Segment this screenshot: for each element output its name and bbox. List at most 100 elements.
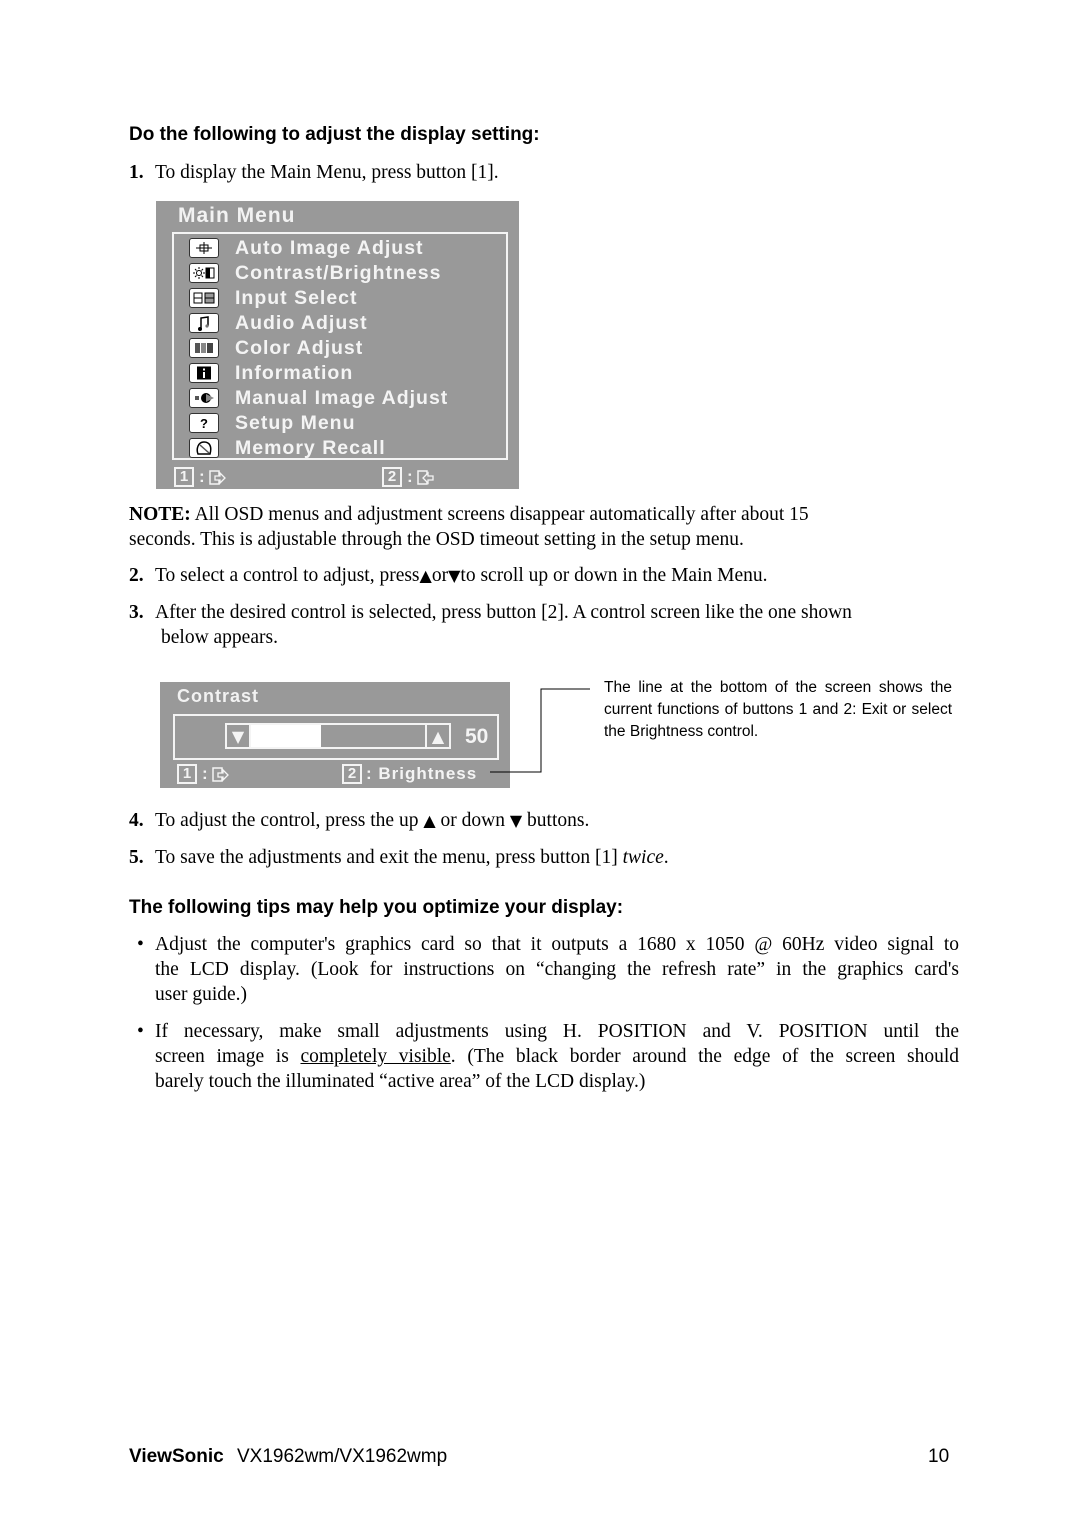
question-icon: ? (189, 413, 219, 433)
step-3: 3. After the desired control is selected,… (129, 600, 959, 650)
contrast-key1-exit[interactable]: 1 : (177, 764, 229, 784)
button-2-key: 2 (342, 764, 362, 784)
step-text: To select a control to adjust, press (155, 565, 420, 586)
menu-item-manual-image-adjust[interactable]: Manual Image Adjust (189, 386, 448, 410)
menu-item-label: Auto Image Adjust (235, 236, 424, 259)
step-text: . (663, 847, 669, 868)
brightness-label: : Brightness (366, 764, 478, 783)
step-1: 1. To display the Main Menu, press button… (129, 160, 499, 185)
menu-item-audio-adjust[interactable]: Audio Adjust (189, 311, 368, 335)
step-text: or (431, 565, 449, 586)
tip-line: user guide.) (155, 984, 248, 1005)
wrench-icon (189, 388, 219, 408)
page-footer: ViewSonic VX1962wm/VX1962wmp (129, 1446, 447, 1468)
menu-item-label: Setup Menu (235, 411, 356, 434)
step-number: 4. (129, 810, 144, 831)
step-number: 1. (129, 162, 144, 183)
tip-line: the LCD display. (Look for instructions … (155, 959, 959, 980)
menu-item-label: Input Select (235, 286, 358, 309)
step-text: To save the adjustments and exit the men… (155, 847, 618, 868)
slider-down-button[interactable]: ▼ (225, 723, 251, 749)
slider-up-button[interactable]: ▲ (425, 723, 451, 749)
step-text: buttons. (527, 810, 590, 831)
menu-item-input-select[interactable]: Input Select (189, 286, 358, 310)
menu-item-label: Information (235, 361, 354, 384)
step-number: 3. (129, 602, 144, 623)
exit-icon (211, 767, 229, 782)
step-text: To adjust the control, press the up (155, 810, 419, 831)
main-menu-frame: Auto Image Adjust Contrast/Brightness In… (172, 232, 508, 460)
step-2: 2. To select a control to adjust, press▲o… (129, 563, 768, 588)
enter-icon (416, 470, 434, 485)
down-arrow-icon: ▼ (448, 566, 461, 585)
contrast-slider[interactable] (225, 723, 451, 749)
step-4: 4. To adjust the control, press the up ▲ … (129, 808, 589, 833)
brand-name: ViewSonic (129, 1446, 224, 1467)
menu-item-label: Manual Image Adjust (235, 386, 449, 409)
contrast-value: 50 (465, 725, 489, 748)
tip-2: • If necessary, make small adjustments u… (137, 1019, 959, 1094)
main-menu-title: Main Menu (178, 204, 296, 227)
contrast-key2-brightness[interactable]: 2 : Brightness (342, 764, 477, 784)
step-text: or down (440, 810, 505, 831)
tip-text: . (The black border around the edge of t… (450, 1046, 959, 1067)
tip-line: If necessary, make small adjustments usi… (155, 1021, 959, 1042)
callout-connector (490, 688, 590, 773)
note-label: NOTE: (129, 504, 191, 525)
menu-item-label: Memory Recall (235, 436, 386, 459)
main-menu-list: Auto Image Adjust Contrast/Brightness In… (189, 236, 499, 460)
up-arrow-icon: ▲ (423, 811, 436, 830)
up-arrow-icon: ▲ (431, 726, 445, 746)
tip-line: screen image is completely visible. (The… (137, 1044, 959, 1069)
button-1-key: 1 (177, 764, 197, 784)
menu-item-memory-recall[interactable]: Memory Recall (189, 436, 386, 460)
tip-1: • Adjust the computer's graphics card so… (137, 932, 959, 1007)
bullet: • (137, 1021, 144, 1042)
step-number: 2. (129, 565, 144, 586)
memory-recall-icon (189, 438, 219, 458)
contrast-title: Contrast (177, 686, 260, 706)
info-icon (189, 363, 219, 383)
step-number: 5. (129, 847, 144, 868)
menu-item-setup-menu[interactable]: ? Setup Menu (189, 411, 356, 435)
brightness-icon (189, 263, 219, 283)
key-separator: : (199, 467, 205, 486)
page-number: 10 (928, 1446, 950, 1467)
contrast-frame: ▼ ▲ 50 (173, 714, 499, 760)
button-1-key: 1 (174, 467, 194, 487)
key-separator: : (407, 467, 413, 486)
step-text: to scroll up or down in the Main Menu. (460, 565, 768, 586)
callout-text: The line at the bottom of the screen sho… (604, 679, 952, 740)
menu-item-auto-image-adjust[interactable]: Auto Image Adjust (189, 236, 424, 260)
menu-item-contrast-brightness[interactable]: Contrast/Brightness (189, 261, 441, 285)
up-arrow-icon: ▲ (419, 566, 432, 585)
note-line: All OSD menus and adjustment screens dis… (194, 504, 809, 525)
step-text: below appears. (161, 627, 278, 648)
tip-text: screen image is (155, 1046, 301, 1067)
menu-item-color-adjust[interactable]: Color Adjust (189, 336, 363, 360)
main-menu-key2-select[interactable]: 2 : (382, 467, 434, 487)
step-text: After the desired control is selected, p… (155, 602, 852, 623)
main-menu-key1-exit[interactable]: 1 : (174, 467, 226, 487)
menu-item-label: Contrast/Brightness (235, 261, 442, 284)
tip-line: barely touch the illuminated “active are… (155, 1071, 646, 1092)
section-heading: Do the following to adjust the display s… (129, 124, 540, 145)
model-name: VX1962wm/VX1962wmp (236, 1446, 448, 1467)
menu-item-information[interactable]: Information (189, 361, 353, 385)
contrast-osd: Contrast ▼ ▲ 50 1 : 2 : Brightness (160, 682, 510, 788)
down-arrow-icon: ▼ (231, 726, 245, 746)
note-line: seconds. This is adjustable through the … (129, 529, 744, 550)
step-5: 5. To save the adjustments and exit the m… (129, 845, 669, 870)
tips-heading: The following tips may help you optimize… (129, 897, 624, 918)
completely-visible-link[interactable]: completely visible (300, 1046, 450, 1067)
key-separator: : (202, 764, 208, 783)
menu-item-label: Color Adjust (235, 336, 364, 359)
step-emphasis: twice (622, 847, 664, 868)
step-text: To display the Main Menu, press button [… (155, 162, 499, 183)
down-arrow-icon: ▼ (509, 811, 523, 830)
tip-line: Adjust the computer's graphics card so t… (155, 934, 959, 955)
music-note-icon (189, 313, 219, 333)
menu-item-label: Audio Adjust (235, 311, 368, 334)
note-paragraph: NOTE: All OSD menus and adjustment scree… (129, 502, 959, 552)
exit-icon (208, 470, 226, 485)
